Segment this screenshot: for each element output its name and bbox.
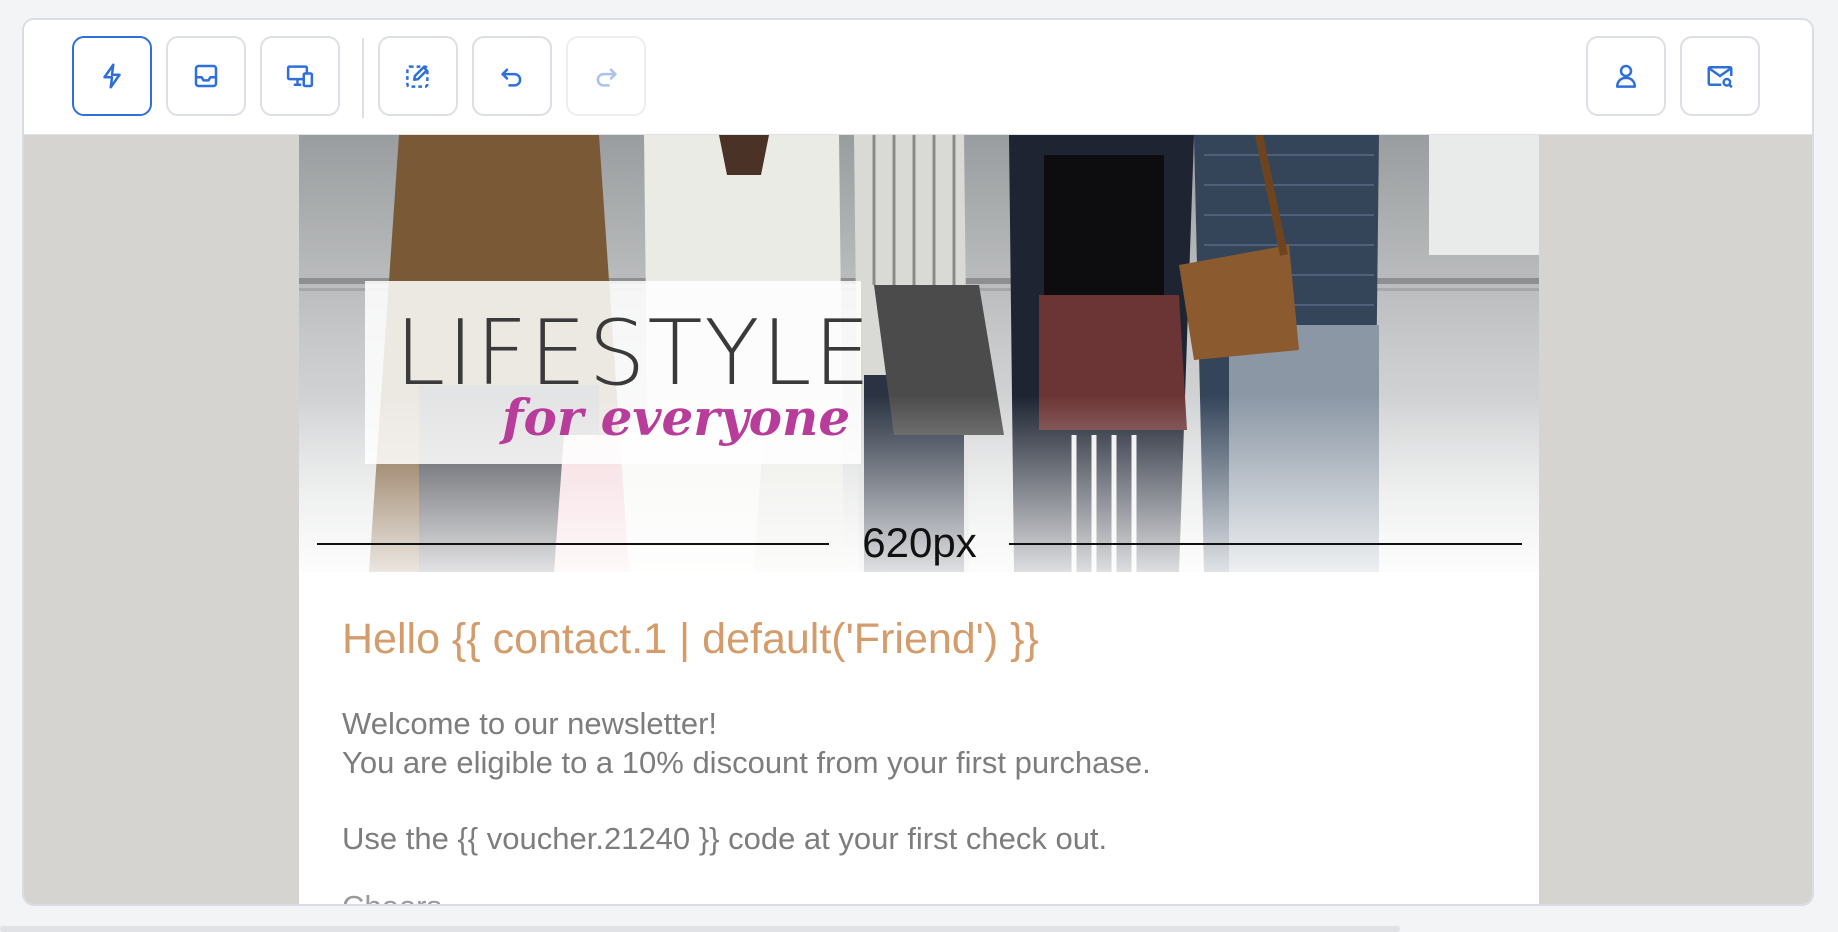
width-line-right [1009, 543, 1522, 545]
email-editor-frame: LIFESTYLE for everyone 620px Hello {{ co… [22, 18, 1814, 906]
lightning-button[interactable] [72, 36, 152, 116]
devices-icon [286, 65, 314, 88]
greeting-heading[interactable]: Hello {{ contact.1 | default('Friend') }… [342, 615, 1039, 664]
email-body[interactable]: LIFESTYLE for everyone 620px Hello {{ co… [299, 135, 1539, 904]
body-line-partial[interactable]: Cheers, [342, 889, 451, 904]
inbox-button[interactable] [166, 36, 246, 116]
horizontal-scrollbar[interactable] [0, 926, 1400, 932]
email-preview-button[interactable] [1680, 36, 1760, 116]
responsive-preview-button[interactable] [260, 36, 340, 116]
edit-selection-button[interactable] [378, 36, 458, 116]
undo-icon [501, 68, 522, 87]
lightning-icon [103, 63, 121, 89]
body-line[interactable]: Use the {{ voucher.21240 }} code at your… [342, 821, 1107, 857]
hero-banner[interactable]: LIFESTYLE for everyone 620px [299, 135, 1539, 572]
body-line[interactable]: Welcome to our newsletter! [342, 706, 717, 742]
editor-toolbar [24, 20, 1812, 135]
mail-search-icon [1707, 66, 1733, 89]
contact-button[interactable] [1586, 36, 1666, 116]
inbox-icon [194, 64, 218, 88]
logo-main-text: LIFESTYLE [395, 301, 873, 406]
lifestyle-logo: LIFESTYLE for everyone [365, 281, 870, 464]
redo-button[interactable] [566, 36, 646, 116]
undo-button[interactable] [472, 36, 552, 116]
user-icon [1616, 64, 1636, 88]
toolbar-separator [362, 38, 364, 118]
redo-icon [596, 68, 617, 87]
body-line[interactable]: You are eligible to a 10% discount from … [342, 745, 1151, 781]
email-canvas[interactable]: LIFESTYLE for everyone 620px Hello {{ co… [24, 135, 1812, 904]
image-width-indicator: 620px [317, 518, 1522, 568]
edit-dashed-icon [406, 65, 429, 88]
logo-tagline: for everyone [502, 388, 851, 447]
